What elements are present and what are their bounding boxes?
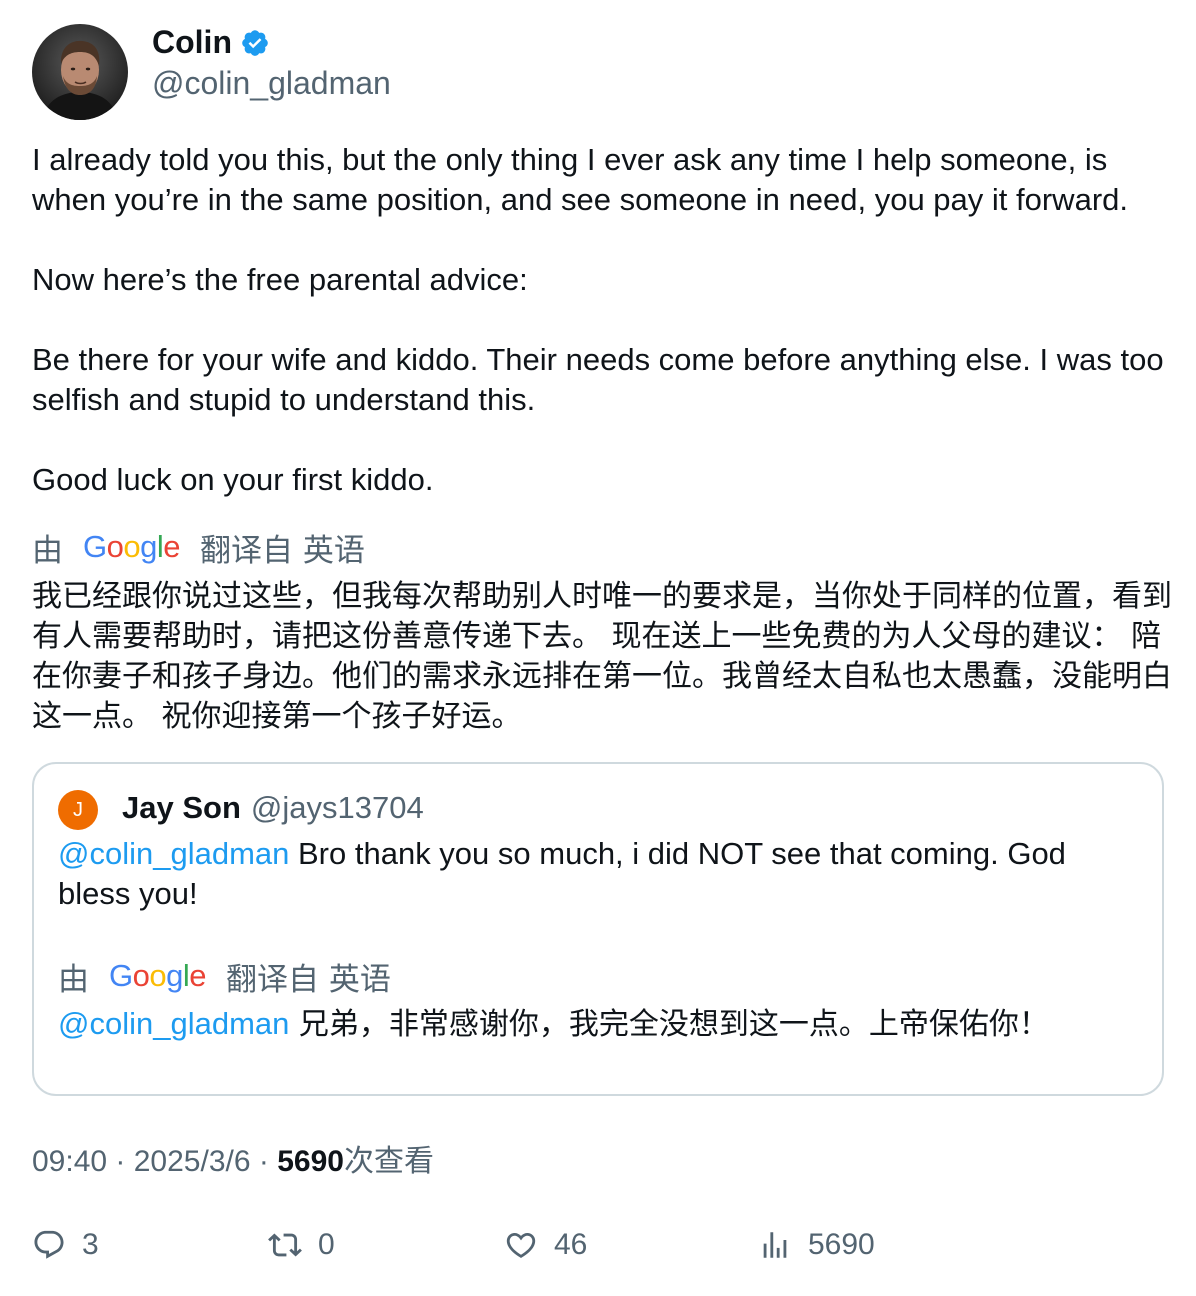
- translation-suffix: 翻译自 英语: [200, 532, 365, 569]
- quoted-translation-attribution[interactable]: 由 Google 翻译自 英语: [58, 956, 391, 998]
- author-handle[interactable]: @colin_gladman: [152, 64, 391, 102]
- views-button[interactable]: 5690: [758, 1228, 875, 1262]
- analytics-icon: [763, 1232, 787, 1258]
- separator: ·: [107, 1145, 134, 1178]
- reply-count: 3: [82, 1228, 99, 1261]
- verified-badge-icon[interactable]: [240, 28, 270, 58]
- tweet-paragraph: Now here’s the free parental advice:: [32, 262, 528, 297]
- reply-icon: [34, 1230, 64, 1259]
- quoted-handle[interactable]: @jays13704: [251, 790, 424, 826]
- quoted-text: @colin_gladman Bro thank you so much, i …: [58, 834, 1138, 914]
- retweet-button[interactable]: 0: [268, 1228, 335, 1262]
- view-count-label: 次查看: [343, 1144, 434, 1179]
- quoted-translation: @colin_gladman 兄弟，非常感谢你，我完全没想到这一点。上帝保佑你！: [58, 1004, 1138, 1045]
- separator: ·: [250, 1145, 278, 1178]
- tweet-header: Colin @colin_gladman: [32, 24, 391, 120]
- like-count: 46: [554, 1228, 588, 1261]
- tweet-time[interactable]: 09:40: [32, 1145, 107, 1178]
- tweet-date[interactable]: 2025/3/6: [134, 1145, 251, 1178]
- view-count: 5690: [277, 1145, 344, 1178]
- google-logo: Google: [83, 529, 181, 564]
- quoted-display-name[interactable]: Jay Son: [122, 790, 241, 826]
- translation-prefix: 由: [32, 532, 63, 569]
- author-display-name[interactable]: Colin: [152, 24, 232, 61]
- quoted-translation-body: 兄弟，非常感谢你，我完全没想到这一点。上帝保佑你！: [289, 1007, 1049, 1042]
- tweet-text: I already told you this, but the only th…: [32, 140, 1172, 500]
- quoted-tweet[interactable]: J Jay Son @jays13704 @colin_gladman Bro …: [32, 762, 1164, 1096]
- google-logo: Google: [109, 958, 207, 993]
- heart-icon: [506, 1232, 536, 1258]
- author-avatar[interactable]: [32, 24, 128, 120]
- retweet-icon: [268, 1233, 302, 1257]
- quoted-avatar[interactable]: J: [58, 790, 98, 830]
- name-row: Colin: [152, 24, 391, 60]
- retweet-count: 0: [318, 1228, 335, 1261]
- author-names: Colin @colin_gladman: [152, 24, 391, 102]
- tweet-paragraph: Be there for your wife and kiddo. Their …: [32, 342, 1164, 417]
- translation-suffix: 翻译自 英语: [226, 961, 391, 998]
- reply-button[interactable]: 3: [32, 1228, 99, 1262]
- tweet-paragraph: I already told you this, but the only th…: [32, 142, 1128, 217]
- tweet-translation: 我已经跟你说过这些，但我每次帮助别人时唯一的要求是，当你处于同样的位置，看到有人…: [32, 579, 1172, 734]
- translation-prefix: 由: [58, 961, 89, 998]
- views-count: 5690: [808, 1228, 875, 1261]
- tweet-paragraph: Good luck on your first kiddo.: [32, 462, 434, 497]
- mention-link[interactable]: @colin_gladman: [58, 836, 289, 871]
- tweet-meta: 09:40 · 2025/3/6 · 5690次查看: [32, 1142, 434, 1182]
- translation-attribution[interactable]: 由 Google 翻译自 英语: [32, 527, 365, 569]
- mention-link[interactable]: @colin_gladman: [58, 1006, 289, 1041]
- action-bar: 3 0 46 5690: [32, 1228, 1172, 1272]
- quoted-header: J Jay Son @jays13704: [58, 786, 424, 830]
- like-button[interactable]: 46: [504, 1228, 587, 1262]
